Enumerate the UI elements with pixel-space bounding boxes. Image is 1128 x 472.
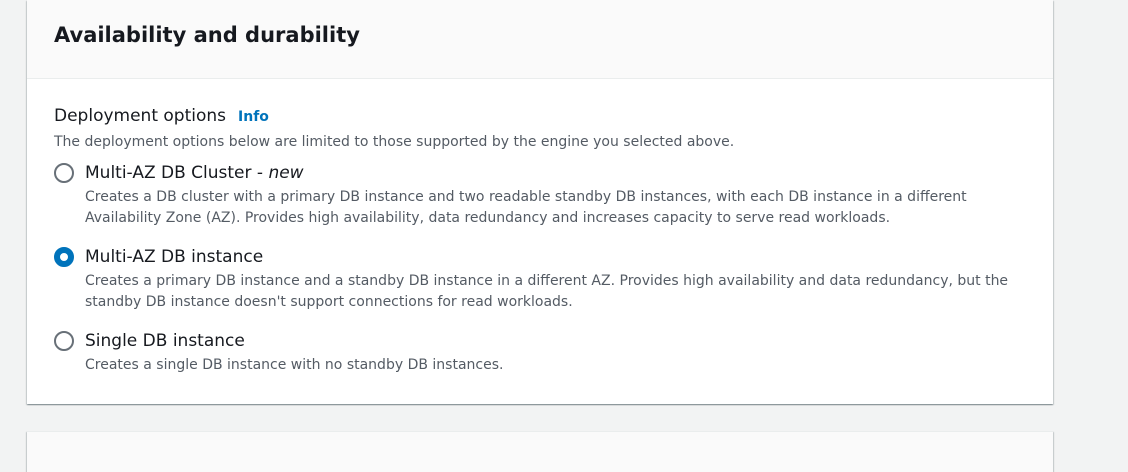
panel-header: Availability and durability [27, 0, 1053, 79]
option-label-text: Multi-AZ DB Cluster - [85, 163, 269, 183]
next-panel [27, 431, 1053, 472]
deployment-options-label-row: Deployment options Info [54, 105, 269, 127]
deployment-options-description: The deployment options below are limited… [54, 134, 735, 150]
option-label[interactable]: Multi-AZ DB Cluster - new [85, 161, 304, 185]
option-label[interactable]: Single DB instance [85, 329, 245, 353]
option-label[interactable]: Multi-AZ DB instance [85, 245, 263, 269]
radio-multi-az-db-cluster[interactable] [54, 163, 74, 183]
info-link[interactable]: Info [238, 109, 269, 125]
radio-multi-az-db-instance[interactable] [54, 247, 74, 267]
availability-durability-panel: Availability and durability Deployment o… [27, 0, 1053, 404]
option-description: Creates a DB cluster with a primary DB i… [85, 189, 967, 226]
radio-single-db-instance[interactable] [54, 331, 74, 351]
panel-title: Availability and durability [54, 23, 360, 47]
option-description: Creates a primary DB instance and a stan… [85, 273, 1009, 310]
new-tag: new [268, 163, 304, 183]
deployment-options-label: Deployment options [54, 106, 227, 126]
option-description: Creates a single DB instance with no sta… [85, 357, 504, 373]
